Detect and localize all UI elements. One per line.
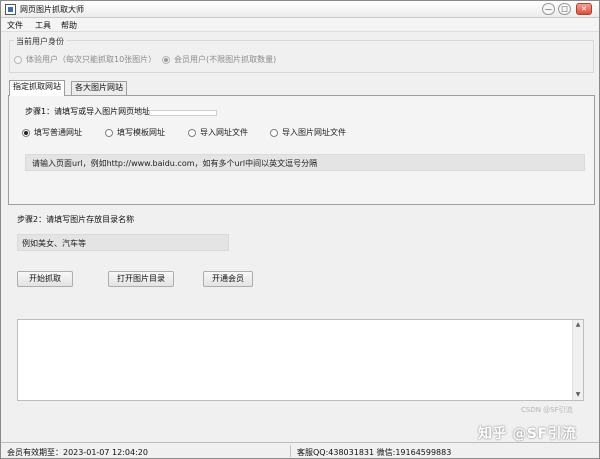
radio-trial-label: 体验用户（每次只能抓取10张图片） — [26, 55, 157, 64]
membership-expiry: 会员有效期至：2023-01-07 12:04:20 — [7, 448, 148, 457]
step2-label: 步骤2：请填写图片存放目录名称 — [17, 215, 135, 224]
radio-member-indicator[interactable] — [162, 55, 170, 64]
close-button[interactable]: ✕ — [576, 3, 592, 15]
radio-normal-url[interactable]: 填写普通网址 — [22, 127, 82, 138]
scroll-down-icon[interactable]: ▼ — [573, 390, 583, 400]
maximize-button[interactable]: □ — [558, 3, 571, 15]
radio-trial-user[interactable]: 体验用户（每次只能抓取10张图片） — [14, 54, 156, 65]
radio-template-url[interactable]: 填写模板网址 — [105, 127, 165, 138]
radio-import-url-file-label: 导入网址文件 — [200, 128, 248, 137]
step1-underline-field — [149, 110, 217, 116]
status-divider — [290, 445, 291, 457]
radio-import-image-url-file-label: 导入图片网址文件 — [282, 128, 346, 137]
support-contact: 客服QQ:438031831 微信:19164599883 — [297, 448, 452, 457]
radio-import-url-file-indicator[interactable] — [188, 128, 196, 137]
radio-import-url-file[interactable]: 导入网址文件 — [188, 127, 248, 138]
url-input[interactable]: 请输入页面url，例如http://www.baidu.com，如有多个url中… — [25, 154, 585, 171]
tab-specified-site[interactable]: 指定抓取网站 — [9, 80, 65, 96]
radio-trial-indicator[interactable] — [14, 55, 22, 64]
csdn-watermark: CSDN @SF引流 — [521, 406, 573, 414]
start-capture-button[interactable]: 开始抓取 — [17, 271, 73, 287]
radio-import-image-url-file-indicator[interactable] — [270, 128, 278, 137]
directory-input[interactable]: 例如美女、汽车等 — [17, 234, 229, 251]
identity-group: 当前用户身份 体验用户（每次只能抓取10张图片） 会员用户(不限图片抓取数量) — [9, 36, 594, 73]
radio-member-label: 会员用户(不限图片抓取数量) — [174, 55, 277, 64]
menu-help[interactable]: 帮助 — [61, 20, 77, 31]
radio-template-url-indicator[interactable] — [105, 128, 113, 137]
radio-member-user[interactable]: 会员用户(不限图片抓取数量) — [162, 54, 276, 65]
tab-image-sites[interactable]: 各大图片网站 — [71, 81, 127, 95]
status-bar: 会员有效期至：2023-01-07 12:04:20 客服QQ:43803183… — [1, 442, 599, 458]
app-icon — [5, 4, 16, 15]
window-title: 网页图片抓取大师 — [20, 5, 84, 14]
title-bar[interactable]: 网页图片抓取大师 — □ ✕ — [1, 1, 599, 18]
menu-tools[interactable]: 工具 — [35, 20, 51, 31]
menu-file[interactable]: 文件 — [7, 20, 23, 31]
log-scrollbar[interactable]: ▲ ▼ — [572, 320, 583, 400]
radio-normal-url-label: 填写普通网址 — [34, 128, 82, 137]
zhihu-watermark: 知乎 @SF引流 — [478, 426, 577, 442]
identity-legend: 当前用户身份 — [14, 36, 66, 47]
app-window: 网页图片抓取大师 — □ ✕ 文件 工具 帮助 当前用户身份 体验用户（每次只能… — [0, 0, 600, 459]
scroll-up-icon[interactable]: ▲ — [573, 320, 583, 330]
radio-normal-url-indicator[interactable] — [22, 128, 30, 137]
tab-panel-specified-site: 步骤1：请填写或导入图片网页地址 填写普通网址 填写模板网址 导入网址文件 导入… — [8, 95, 595, 205]
open-image-folder-button[interactable]: 打开图片目录 — [108, 271, 174, 287]
menu-bar: 文件 工具 帮助 — [1, 18, 599, 32]
minimize-button[interactable]: — — [542, 3, 555, 15]
step1-label: 步骤1：请填写或导入图片网页地址 — [25, 107, 151, 116]
radio-template-url-label: 填写模板网址 — [117, 128, 165, 137]
log-output-area[interactable]: ▲ ▼ — [17, 319, 584, 401]
radio-import-image-url-file[interactable]: 导入图片网址文件 — [270, 127, 346, 138]
open-membership-button[interactable]: 开通会员 — [203, 271, 253, 287]
